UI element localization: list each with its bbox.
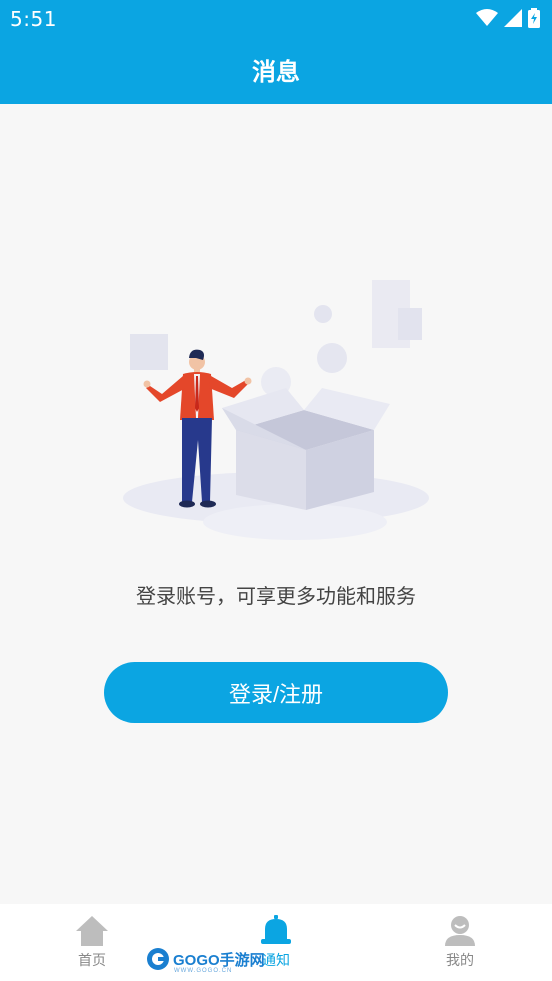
gogo-watermark-logo: GOGO手游网 WWW.GOGO.CN <box>146 944 265 974</box>
user-icon <box>445 916 475 946</box>
watermark-subtext: WWW.GOGO.CN <box>174 968 233 974</box>
bell-icon <box>261 915 291 944</box>
status-icons <box>476 8 540 28</box>
battery-icon <box>528 8 540 28</box>
login-register-button[interactable]: 登录/注册 <box>104 662 448 723</box>
home-icon <box>76 916 108 946</box>
nav-label-notifications: 通知 <box>262 953 290 969</box>
nav-item-mine[interactable]: 我的 <box>425 914 495 974</box>
watermark-text: GOGO手游网 <box>173 951 265 969</box>
nav-label-home: 首页 <box>78 953 106 969</box>
bottom-nav: 首页 通知 我的 <box>0 904 552 981</box>
wifi-icon <box>476 9 498 26</box>
signal-icon <box>504 9 522 27</box>
nav-item-home[interactable]: 首页 <box>57 914 127 974</box>
login-prompt-text: 登录账号，可享更多功能和服务 <box>136 584 416 608</box>
person-with-box-illustration <box>123 280 429 540</box>
status-time: 5:51 <box>10 7 57 31</box>
gogo-logo-icon <box>147 948 169 970</box>
top-bar: 5:51 消息 <box>0 0 552 104</box>
nav-label-mine: 我的 <box>446 953 474 969</box>
page-title: 消息 <box>252 58 300 86</box>
empty-state-illustration <box>110 270 440 550</box>
app-screen: 5:51 消息 登录账号，可享更多功能和服务 登录/注册 首页 通知 我的 GO… <box>0 0 552 981</box>
